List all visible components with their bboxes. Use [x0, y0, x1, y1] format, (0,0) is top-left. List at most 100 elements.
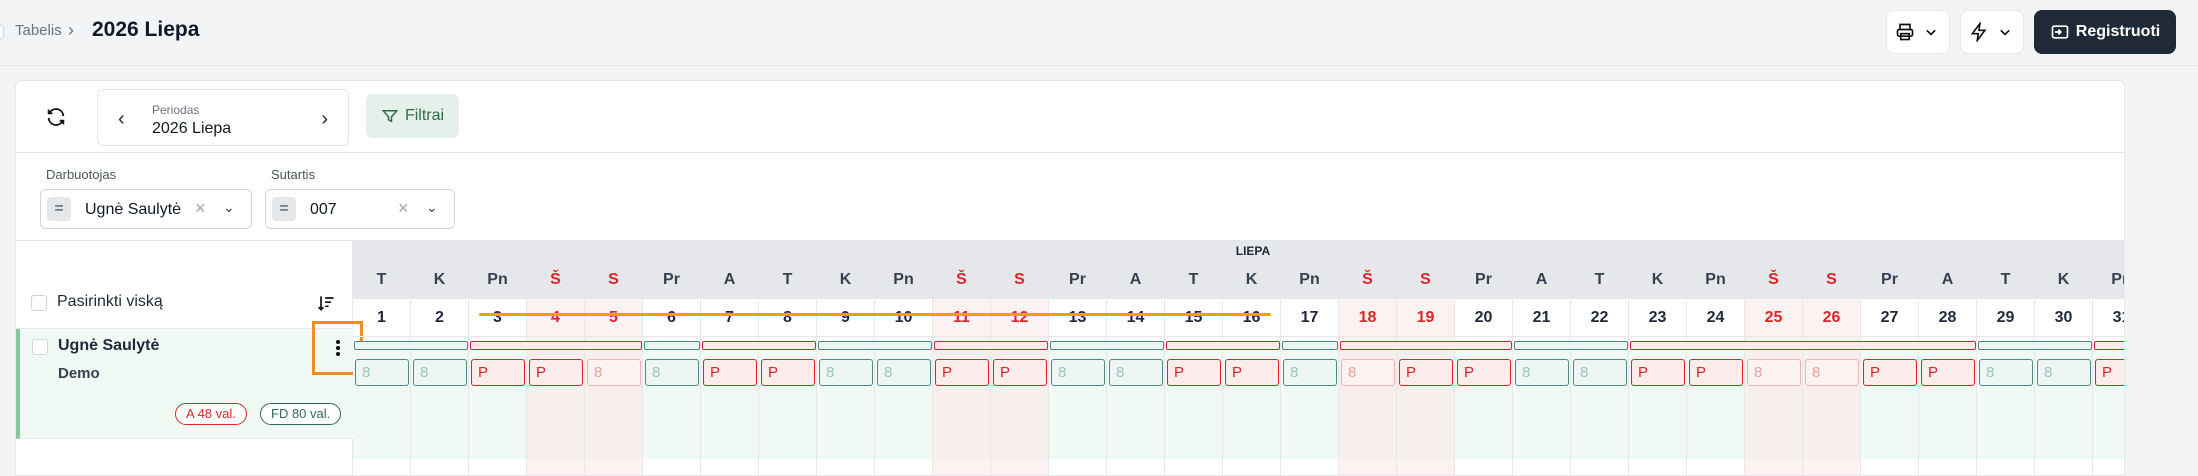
contract-bar: [1050, 341, 1164, 350]
day-number: 16: [1223, 299, 1280, 337]
lightning-icon: [1970, 22, 1987, 42]
filter-bar: Darbuotojas = Ugnė Saulytė × ⌄ Sutartis …: [16, 153, 2124, 241]
shift-cell[interactable]: 8: [2037, 359, 2091, 386]
chevron-down-icon[interactable]: ⌄: [426, 199, 438, 216]
shift-cell[interactable]: 8: [645, 359, 699, 386]
equals-icon[interactable]: =: [47, 197, 71, 221]
day-number: 26: [1803, 299, 1860, 337]
chevron-down-icon[interactable]: ⌄: [223, 199, 235, 216]
weekday-label: Pn: [469, 261, 526, 299]
day-number: 13: [1049, 299, 1106, 337]
day-number: 12: [991, 299, 1048, 337]
contract-bar: [1166, 341, 1280, 350]
shift-cell[interactable]: 8: [1573, 359, 1627, 386]
shift-cell[interactable]: P: [471, 359, 525, 386]
period-value: 2026 Liepa: [152, 120, 232, 137]
shift-cell[interactable]: 8: [1283, 359, 1337, 386]
day-number: 19: [1397, 299, 1454, 337]
employee-filter[interactable]: = Ugnė Saulytė × ⌄: [40, 189, 252, 229]
chevron-right-icon: ›: [68, 20, 74, 40]
shift-cell[interactable]: P: [1863, 359, 1917, 386]
contract-filter[interactable]: = 007 × ⌄: [265, 189, 455, 229]
shift-cell[interactable]: P: [2095, 359, 2124, 386]
shift-cell[interactable]: P: [1631, 359, 1685, 386]
weekday-label: A: [1919, 261, 1976, 299]
day-number: 11: [933, 299, 990, 337]
day-number: 17: [1281, 299, 1338, 337]
weekday-label: Š: [933, 261, 990, 299]
weekday-label: Pn: [875, 261, 932, 299]
shift-cell[interactable]: P: [993, 359, 1047, 386]
clear-icon[interactable]: ×: [195, 198, 206, 219]
weekday-label: Pn: [1281, 261, 1338, 299]
shift-cell[interactable]: P: [1921, 359, 1975, 386]
day-number: 22: [1571, 299, 1628, 337]
shift-cell[interactable]: 8: [1979, 359, 2033, 386]
breadcrumb[interactable]: Tabelis: [15, 22, 62, 39]
shift-cell[interactable]: 8: [1515, 359, 1569, 386]
weekday-label: K: [1223, 261, 1280, 299]
weekday-label: Š: [1339, 261, 1396, 299]
shift-cell[interactable]: P: [1225, 359, 1279, 386]
print-button[interactable]: [1886, 10, 1950, 54]
weekday-label: A: [1513, 261, 1570, 299]
weekday-label: K: [1629, 261, 1686, 299]
day-number: 15: [1165, 299, 1222, 337]
shift-cell[interactable]: P: [1399, 359, 1453, 386]
shift-cell[interactable]: 8: [413, 359, 467, 386]
weekday-label: Š: [527, 261, 584, 299]
weekday-label: Pr: [643, 261, 700, 299]
shift-cell[interactable]: 8: [1805, 359, 1859, 386]
login-icon: [2051, 25, 2069, 39]
weekday-label: Š: [1745, 261, 1802, 299]
contract-bar: [934, 341, 1048, 350]
shift-cell[interactable]: P: [1167, 359, 1221, 386]
register-button[interactable]: Registruoti: [2034, 10, 2176, 54]
shift-cell[interactable]: P: [935, 359, 989, 386]
select-all-checkbox[interactable]: [31, 295, 47, 311]
employee-row: Ugnė Saulytė Demo A 48 val. FD 80 val.: [16, 321, 363, 439]
day-number: 27: [1861, 299, 1918, 337]
day-number: 23: [1629, 299, 1686, 337]
chevron-right-icon[interactable]: ›: [321, 108, 328, 131]
shift-cell[interactable]: 8: [1341, 359, 1395, 386]
day-number: 7: [701, 299, 758, 337]
day-number: 4: [527, 299, 584, 337]
shift-cell[interactable]: 8: [355, 359, 409, 386]
weekday-label: Pn: [2093, 261, 2124, 299]
shift-cell[interactable]: 8: [819, 359, 873, 386]
weekday-label: T: [353, 261, 410, 299]
filter-icon: [381, 110, 399, 123]
sort-icon[interactable]: [316, 293, 336, 313]
shift-cell[interactable]: 8: [1747, 359, 1801, 386]
shift-cell[interactable]: P: [761, 359, 815, 386]
actions-button[interactable]: [1960, 10, 2024, 54]
day-number: 31: [2093, 299, 2124, 337]
refresh-button[interactable]: [42, 103, 70, 131]
equals-icon[interactable]: =: [272, 197, 296, 221]
chevron-down-icon: [2000, 29, 2010, 36]
day-number: 20: [1455, 299, 1512, 337]
day-number: 8: [759, 299, 816, 337]
chevron-left-icon[interactable]: ‹: [118, 108, 125, 131]
employee-filter-value: Ugnė Saulytė: [85, 201, 182, 218]
printer-icon: [1896, 23, 1914, 41]
shift-cell[interactable]: 8: [587, 359, 641, 386]
shift-cell[interactable]: P: [1457, 359, 1511, 386]
shift-cell[interactable]: P: [703, 359, 757, 386]
shift-cell[interactable]: P: [1689, 359, 1743, 386]
clear-icon[interactable]: ×: [398, 198, 409, 219]
shift-cell[interactable]: 8: [877, 359, 931, 386]
chevron-down-icon: [1926, 29, 1936, 36]
shift-cell[interactable]: 8: [1109, 359, 1163, 386]
shift-cell[interactable]: 8: [1051, 359, 1105, 386]
kebab-menu-icon: [335, 340, 340, 356]
sidebar-toggle[interactable]: [0, 24, 4, 40]
period-selector[interactable]: ‹ Periodas 2026 Liepa ›: [97, 89, 349, 146]
shift-cell[interactable]: P: [529, 359, 583, 386]
hours-badge-fd: FD 80 val.: [260, 403, 342, 425]
filters-button[interactable]: Filtrai: [366, 94, 459, 138]
weekday-label: T: [1571, 261, 1628, 299]
employee-checkbox[interactable]: [32, 339, 48, 355]
day-number: 1: [353, 299, 410, 337]
